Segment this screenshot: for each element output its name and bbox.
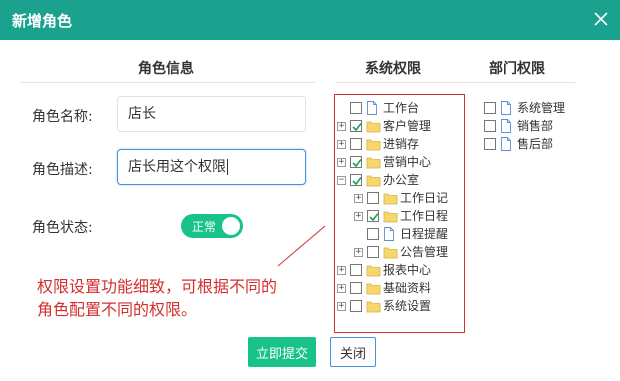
annotation-text-line1: 权限设置功能细致，可根据不同的 <box>37 277 278 296</box>
annotation-text-line2: 角色配置不同的权限。 <box>37 300 198 319</box>
close-button[interactable]: 关闭 <box>330 337 376 367</box>
annotation-pointer-line <box>277 225 326 267</box>
submit-button[interactable]: 立即提交 <box>248 337 316 367</box>
